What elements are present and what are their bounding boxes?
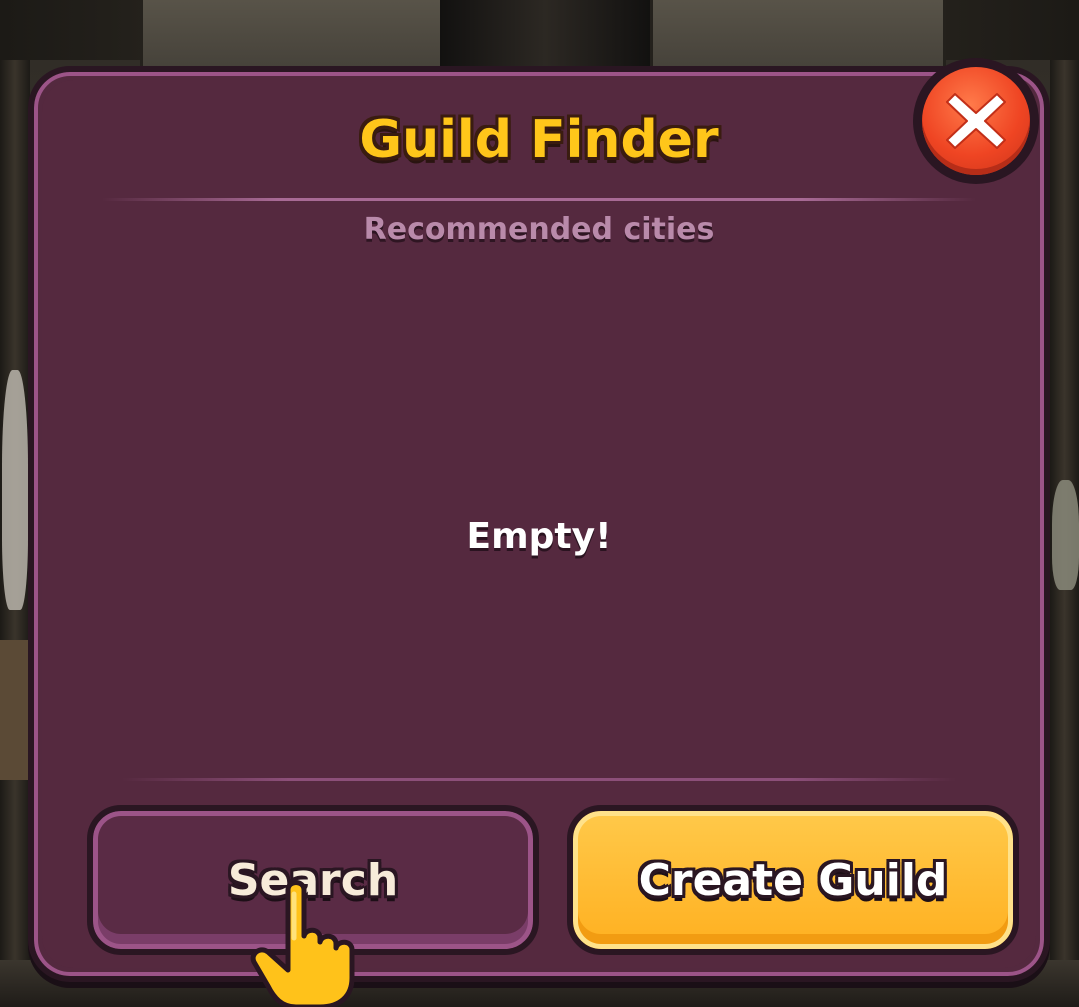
close-button[interactable]: [913, 58, 1039, 184]
dialog-body: Guild Finder Recommended cities Empty! S…: [42, 80, 1036, 968]
wooden-bench: [0, 640, 30, 780]
title-divider: [102, 198, 976, 201]
close-icon: [946, 93, 1006, 149]
footer-divider: [122, 778, 956, 781]
background-character: [1052, 480, 1079, 590]
wall-panel: [140, 0, 446, 71]
empty-list-message: Empty!: [466, 516, 612, 557]
create-guild-button[interactable]: Create Guild: [567, 805, 1019, 955]
pointing-hand-icon: [250, 880, 355, 1007]
dialog-title: Guild Finder: [359, 110, 719, 170]
create-guild-button-label: Create Guild: [638, 854, 948, 906]
wall-panel: [650, 0, 946, 71]
guild-finder-dialog: Guild Finder Recommended cities Empty! S…: [28, 66, 1050, 982]
background-character: [2, 370, 28, 610]
door-frame: [440, 0, 650, 70]
close-button-face: [922, 67, 1030, 175]
section-subtitle: Recommended cities: [363, 212, 715, 247]
